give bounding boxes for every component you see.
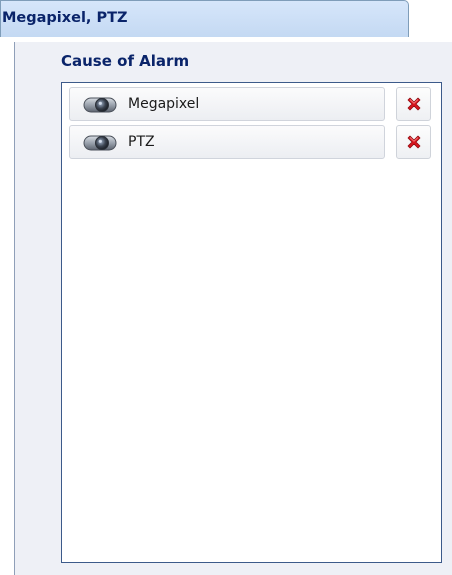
section-label-cause-of-alarm: Cause of Alarm: [61, 52, 190, 70]
remove-megapixel-button[interactable]: [396, 87, 431, 121]
cause-list[interactable]: Megapixel PTZ: [61, 82, 442, 563]
camera-icon: [82, 133, 118, 153]
camera-icon: [82, 95, 118, 115]
delete-x-icon: [407, 135, 421, 149]
tab-title: Megapixel, PTZ: [2, 10, 128, 26]
remove-ptz-button[interactable]: [396, 125, 431, 159]
list-item-label: Megapixel: [128, 96, 200, 112]
list-item[interactable]: Megapixel: [69, 87, 385, 121]
list-item[interactable]: PTZ: [69, 125, 385, 159]
tab-header[interactable]: Megapixel, PTZ: [0, 0, 409, 37]
list-item-label: PTZ: [128, 134, 155, 150]
delete-x-icon: [407, 97, 421, 111]
